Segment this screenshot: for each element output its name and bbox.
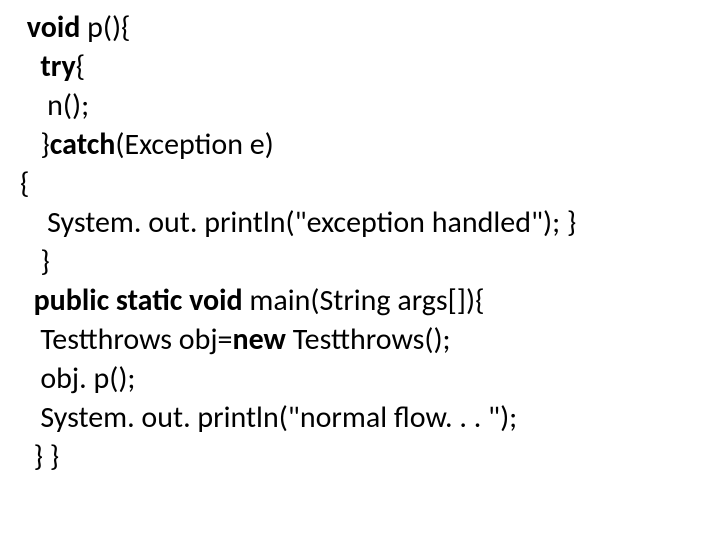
code-text: { [76, 48, 85, 85]
code-line: } } [20, 437, 716, 476]
keyword-text: void [20, 9, 80, 46]
code-text: obj. p(); [20, 360, 135, 397]
code-text: Testthrows(); [286, 321, 451, 358]
code-line: } [20, 242, 716, 281]
code-line: try{ [20, 47, 716, 86]
code-line: void p(){ [20, 8, 716, 47]
code-line: obj. p(); [20, 359, 716, 398]
keyword-text: public static void [20, 282, 243, 319]
code-line: }catch(Exception e) [20, 125, 716, 164]
keyword-text: new [233, 321, 286, 358]
code-text: System. out. println("exception handled"… [20, 204, 576, 241]
code-line: Testthrows obj=new Testthrows(); [20, 320, 716, 359]
code-text: } [20, 243, 50, 280]
code-text: main(String args[]){ [243, 282, 485, 319]
code-text: } } [20, 438, 59, 475]
code-line: { [20, 164, 716, 203]
code-text: System. out. println("normal flow. . . "… [20, 399, 517, 436]
code-line: System. out. println("normal flow. . . "… [20, 398, 716, 437]
code-text: n(); [20, 87, 89, 124]
keyword-text: try [20, 48, 76, 85]
keyword-text: catch [50, 126, 116, 163]
code-text: } [20, 126, 50, 163]
code-text: { [20, 165, 29, 202]
code-line: public static void main(String args[]){ [20, 281, 716, 320]
code-text: Testthrows obj= [20, 321, 233, 358]
code-line: System. out. println("exception handled"… [20, 203, 716, 242]
code-line: n(); [20, 86, 716, 125]
code-text: (Exception e) [115, 126, 273, 163]
code-text: p(){ [80, 9, 130, 46]
code-snippet: void p(){ try{ n(); }catch(Exception e){… [0, 0, 720, 476]
